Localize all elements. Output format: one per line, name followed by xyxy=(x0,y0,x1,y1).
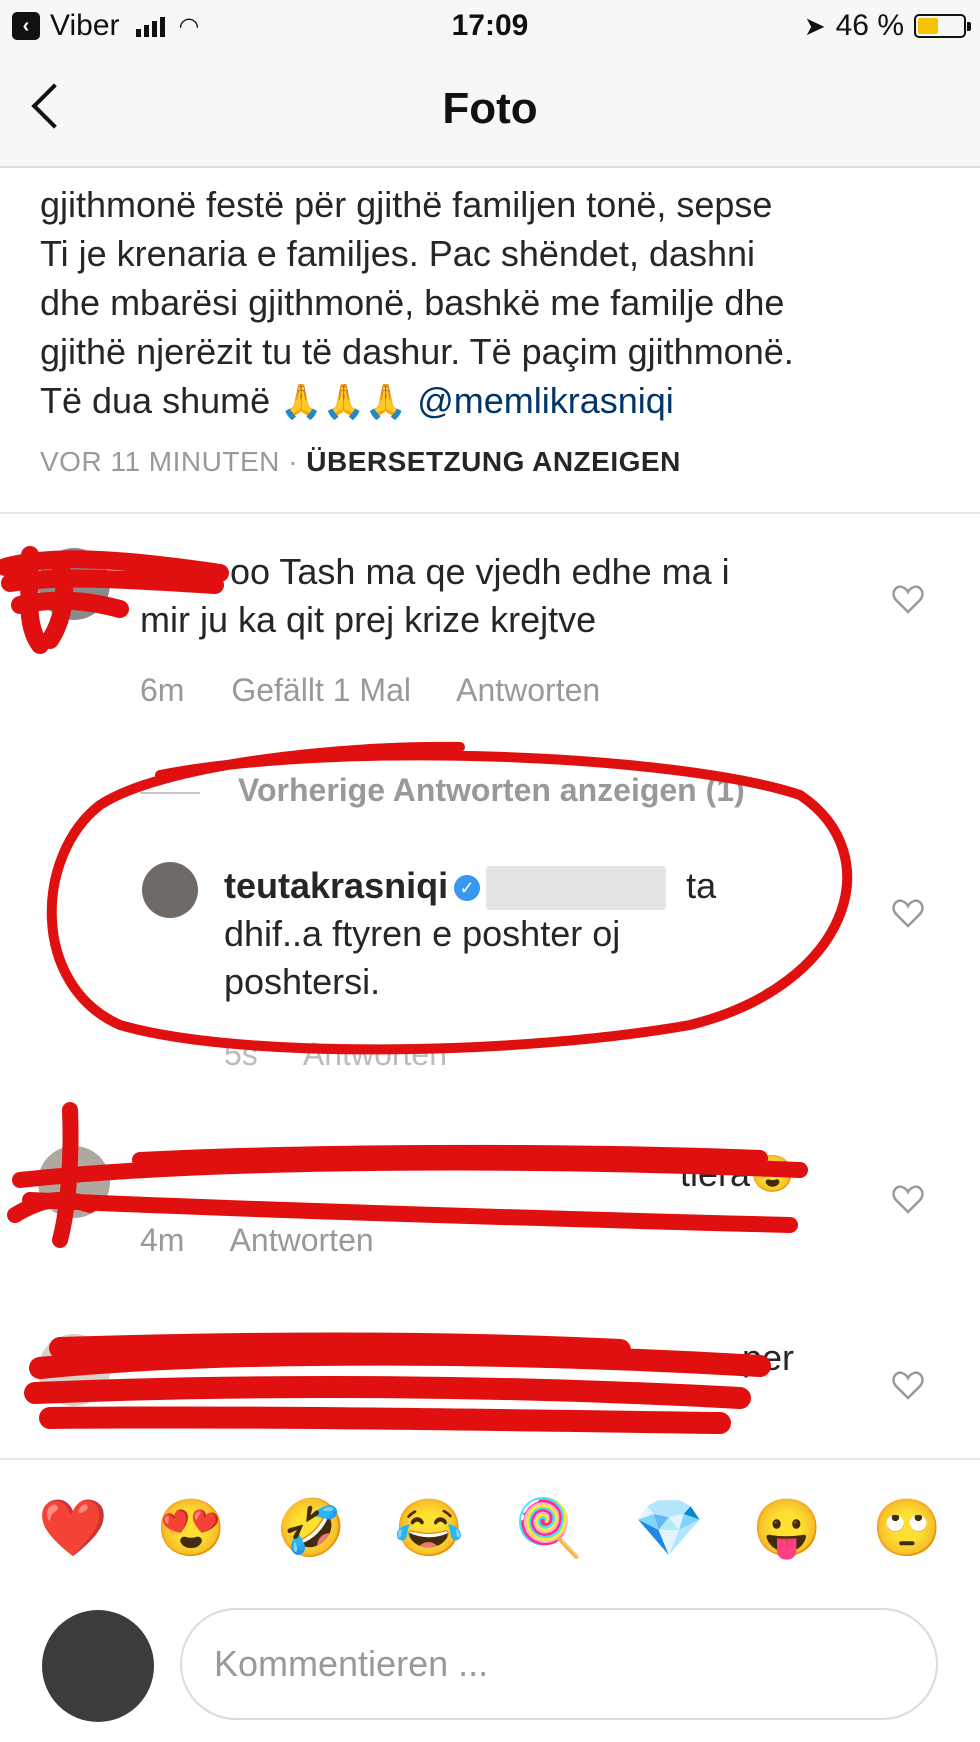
comment-text: oo Tash ma qe vjedh edhe ma i xyxy=(230,551,730,592)
page-title: Foto xyxy=(442,84,538,133)
comment-body: oo Tash ma qe vjedh edhe ma i mir ju ka … xyxy=(140,548,840,644)
comment-text-line: mir ju ka qit prej krize krejtve xyxy=(140,599,597,640)
comment-body: tiera😍 xyxy=(680,1150,795,1198)
battery-icon xyxy=(914,14,971,38)
red-scribble xyxy=(24,1332,771,1434)
meta-separator: · xyxy=(288,446,298,477)
comment-text: tiera xyxy=(680,1153,751,1194)
reply-username[interactable]: teutakrasniqi xyxy=(224,865,448,906)
pray-emoji: 🙏🙏🙏 xyxy=(280,383,408,421)
location-arrow-icon: ➤ xyxy=(803,10,826,41)
view-replies-label[interactable]: Vorherige Antworten anzeigen (1) xyxy=(238,772,745,808)
comment-input-row: Kommentieren ... xyxy=(0,1590,980,1742)
reply-link[interactable]: Antworten xyxy=(456,672,600,708)
caption-line: gjithmonë festë për gjithë familjen tonë… xyxy=(40,184,773,225)
comment-actions: 4m Antworten xyxy=(140,1222,412,1259)
reply-text: ta xyxy=(686,865,717,906)
emoji-button[interactable]: 🙄 xyxy=(872,1496,942,1560)
emoji-bar: ❤️ 😍 🤣 😂 🍭 💎 😛 🙄 xyxy=(0,1458,980,1588)
comment-likes[interactable]: Gefällt 1 Mal xyxy=(231,672,411,708)
avatar[interactable] xyxy=(38,548,110,620)
heart-icon[interactable] xyxy=(892,584,924,614)
reply-text-line: teutakrasniqi ✓ ta xyxy=(224,862,784,911)
heart-icon[interactable] xyxy=(892,898,924,928)
caption-line: gjithë njerëzit tu të dashur. Të paçim g… xyxy=(40,331,794,372)
emoji-button[interactable]: 😂 xyxy=(394,1496,464,1560)
caption-line: Ti je krenaria e familjes. Pac shëndet, … xyxy=(40,233,756,274)
heart-eyes-emoji: 😍 xyxy=(750,1153,795,1194)
caption-line: dhe mbarësi gjithmonë, bashkë me familje… xyxy=(40,282,785,323)
translate-link[interactable]: ÜBERSETZUNG ANZEIGEN xyxy=(306,446,681,477)
reply-body: teutakrasniqi ✓ ta dhif..a ftyren e posht… xyxy=(224,862,784,1006)
post-caption: gjithmonë festë për gjithë familjen tonë… xyxy=(40,180,960,427)
emoji-button[interactable]: 🍭 xyxy=(514,1496,584,1560)
reply-text-line: poshtersi. xyxy=(224,961,381,1003)
avatar[interactable] xyxy=(38,1146,110,1218)
comment-time: 4m xyxy=(140,1222,185,1258)
comment-text: per xyxy=(742,1337,795,1378)
battery-fill xyxy=(918,18,938,34)
emoji-button[interactable]: 🤣 xyxy=(276,1496,346,1560)
avatar xyxy=(42,1610,154,1722)
comment-time: 6m xyxy=(140,672,185,708)
view-replies-toggle[interactable]: Vorherige Antworten anzeigen (1) xyxy=(140,772,783,809)
nav-bar: Foto xyxy=(0,56,980,168)
post-meta: VOR 11 MINUTEN · ÜBERSETZUNG ANZEIGEN xyxy=(40,446,681,478)
caption-line: Të dua shumë 🙏🙏🙏 @memlikrasniqi xyxy=(40,376,960,427)
reply-text-line: dhif..a ftyren e poshter oj xyxy=(224,913,621,955)
comment-input[interactable]: Kommentieren ... xyxy=(180,1608,938,1720)
battery-percent: 46 % xyxy=(835,9,904,42)
caption-text: Të dua shumë xyxy=(40,380,271,421)
avatar[interactable] xyxy=(38,1334,110,1406)
reply-link[interactable]: Antworten xyxy=(303,1036,447,1072)
reply-actions: 5s Antworten xyxy=(224,1036,485,1073)
post-time: VOR 11 MINUTEN xyxy=(40,446,280,477)
emoji-button[interactable]: ❤️ xyxy=(38,1496,108,1560)
emoji-button[interactable]: 😍 xyxy=(156,1496,226,1560)
emoji-button[interactable]: 😛 xyxy=(752,1496,822,1560)
avatar[interactable] xyxy=(142,862,198,918)
emoji-button[interactable]: 💎 xyxy=(634,1496,704,1560)
blurred-mention xyxy=(486,866,667,911)
status-right: ➤ 46 % xyxy=(803,9,971,43)
mention-link[interactable]: @memlikrasniqi xyxy=(417,380,674,421)
reply-link[interactable]: Antworten xyxy=(230,1222,374,1258)
heart-icon[interactable] xyxy=(892,1370,924,1400)
comment-actions: 6m Gefällt 1 Mal Antworten xyxy=(140,672,638,709)
thread-line xyxy=(140,791,200,794)
status-bar: ‹ Viber ◠ 17:09 ➤ 46 % xyxy=(0,0,980,56)
reply-time: 5s xyxy=(224,1036,258,1072)
heart-icon[interactable] xyxy=(892,1184,924,1214)
verified-badge-icon: ✓ xyxy=(454,875,481,902)
divider xyxy=(0,512,980,514)
comment-text-line: oo Tash ma qe vjedh edhe ma i xyxy=(140,548,840,596)
